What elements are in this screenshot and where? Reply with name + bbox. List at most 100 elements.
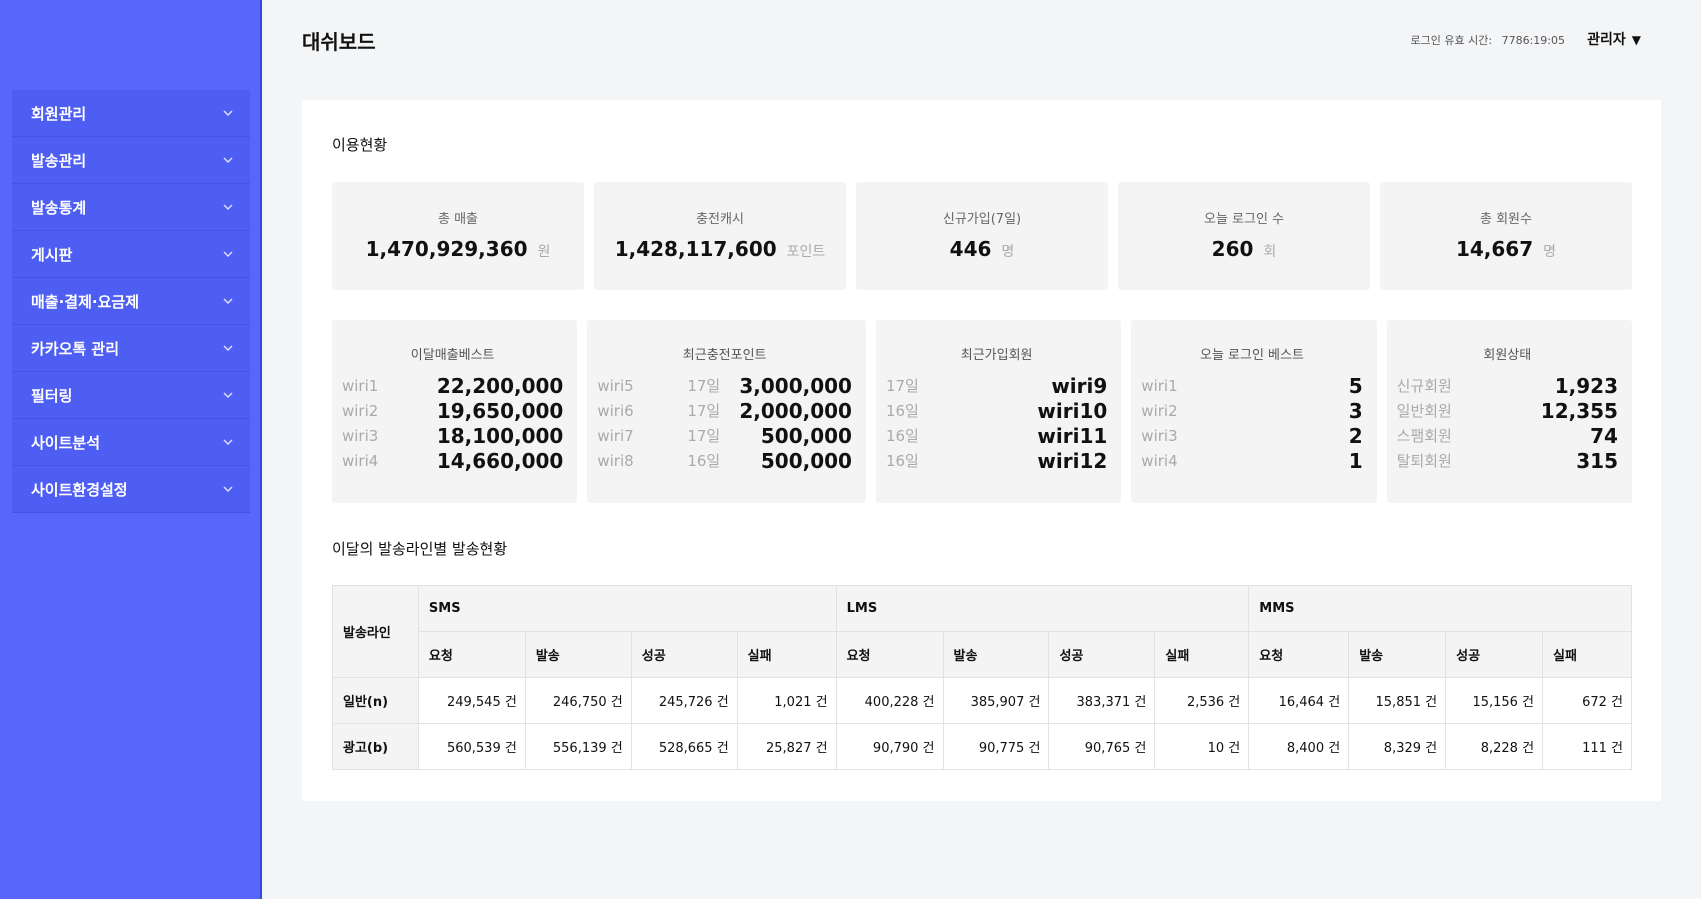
sidebar-item-site-analysis[interactable]: 사이트분석 — [12, 419, 250, 466]
sidebar-item-label: 사이트환경설정 — [31, 480, 128, 499]
stat-card-charged-cash: 충전캐시 1,428,117,600 포인트 — [594, 182, 846, 290]
table-cell: 16,464 건 — [1248, 677, 1350, 724]
item-key: wiri3 — [342, 426, 379, 445]
item-value: 1,923 — [1554, 373, 1618, 398]
sidebar-item-label: 회원관리 — [31, 104, 87, 123]
stat-row: 총 매출 1,470,929,360 원 충전캐시 1,428,117,600 포인… — [332, 182, 1632, 290]
column-header: 실패 — [1542, 631, 1632, 678]
sidebar-item-site-settings[interactable]: 사이트환경설정 — [12, 466, 250, 513]
dashboard-panel: 이용현황 총 매출 1,470,929,360 원 충전캐시 1,428,117,… — [302, 100, 1661, 801]
list-item: 17일 wiri9 — [886, 373, 1107, 398]
sidebar: 회원관리 발송관리 발송통계 게시판 매출·결제·요금제 카카오톡 관리 필터링 — [0, 0, 262, 899]
stat-value: 1,428,117,600 — [614, 237, 777, 261]
chevron-down-icon — [223, 392, 233, 398]
row-header-label: 발송라인 — [332, 585, 419, 678]
chevron-down-icon — [223, 204, 233, 210]
group-header: SMS — [417, 585, 837, 632]
stat-value: 14,667 — [1455, 237, 1534, 261]
stat-card-total-sales: 총 매출 1,470,929,360 원 — [332, 182, 584, 290]
stat-value: 1,470,929,360 — [365, 237, 528, 261]
item-value: 500,000 — [760, 448, 852, 473]
stat-label: 충전캐시 — [696, 212, 744, 227]
item-value: 315 — [1576, 448, 1618, 473]
item-key: 신규회원 — [1396, 377, 1452, 395]
chevron-down-icon — [223, 345, 233, 351]
list-item: 탈퇴회원 315 — [1397, 448, 1618, 473]
stat-unit: 회 — [1263, 244, 1277, 260]
item-key: wiri6 — [597, 401, 634, 420]
best-card-recent-charge: 최근충전포인트 wiri5 17일 3,000,000 wiri6 17일 2,000,… — [587, 320, 866, 503]
sidebar-item-sales[interactable]: 매출·결제·요금제 — [12, 278, 250, 325]
stat-card-today-logins: 오늘 로그인 수 260 회 — [1118, 182, 1370, 290]
table-cell: 111 건 — [1542, 723, 1632, 770]
row-label: 광고(b) — [332, 723, 419, 770]
column-header: 요청 — [1248, 631, 1350, 678]
list-item: wiri5 17일 3,000,000 — [597, 373, 852, 398]
column-header: 발송 — [524, 631, 632, 678]
admin-menu-button[interactable]: 관리자 ▼ — [1587, 29, 1641, 49]
table-cell: 556,139 건 — [524, 723, 632, 770]
sidebar-item-kakaotalk[interactable]: 카카오톡 관리 — [12, 325, 250, 372]
chevron-down-icon — [223, 439, 233, 445]
row-label: 일반(n) — [332, 677, 419, 724]
sidebar-item-label: 발송관리 — [31, 151, 87, 170]
send-section-title: 이달의 발송라인별 발송현황 — [332, 540, 508, 558]
table-cell: 383,371 건 — [1048, 677, 1156, 724]
sidebar-item-members[interactable]: 회원관리 — [12, 90, 250, 137]
table-cell: 15,156 건 — [1445, 677, 1544, 724]
list-item: 16일 wiri12 — [886, 448, 1107, 473]
item-value: 2,000,000 — [739, 398, 852, 423]
item-value: 3 — [1348, 398, 1363, 423]
item-value: 18,100,000 — [436, 423, 564, 448]
item-value: 3,000,000 — [739, 373, 852, 398]
group-header: MMS — [1248, 585, 1632, 632]
stat-label: 총 회원수 — [1480, 212, 1532, 227]
sidebar-item-filtering[interactable]: 필터링 — [12, 372, 250, 419]
sidebar-item-label: 필터링 — [31, 386, 73, 405]
item-value: 12,355 — [1540, 398, 1618, 423]
column-header: 요청 — [835, 631, 944, 678]
table-cell: 8,228 건 — [1445, 723, 1544, 770]
stat-label: 총 매출 — [437, 212, 478, 227]
table-cell: 90,790 건 — [835, 723, 944, 770]
table-cell: 560,539 건 — [417, 723, 526, 770]
item-date: 16일 — [687, 452, 721, 470]
sidebar-item-send-manage[interactable]: 발송관리 — [12, 137, 250, 184]
page-title: 대쉬보드 — [302, 30, 376, 54]
item-key: wiri7 — [597, 426, 634, 445]
item-date: 17일 — [687, 377, 721, 395]
table-header-row: 발송라인 SMS LMS MMS — [332, 585, 1632, 678]
login-timer-label: 로그인 유효 시간: — [1410, 34, 1493, 47]
column-header: 실패 — [1154, 631, 1250, 678]
item-key: wiri8 — [597, 451, 634, 470]
table-cell: 25,827 건 — [736, 723, 837, 770]
login-timer: 로그인 유효 시간: 7786:19:05 — [1405, 32, 1565, 48]
stat-unit: 포인트 — [786, 244, 826, 260]
sidebar-item-label: 매출·결제·요금제 — [31, 292, 139, 311]
caret-down-icon: ▼ — [1631, 33, 1641, 47]
item-value: 5 — [1348, 373, 1363, 398]
best-row: 이달매출베스트 wiri1 22,200,000 wiri2 19,650,000 … — [332, 320, 1632, 503]
table-cell: 672 건 — [1542, 677, 1632, 724]
item-key: wiri4 — [1141, 451, 1178, 470]
table-cell: 528,665 건 — [630, 723, 738, 770]
stat-value: 260 — [1211, 237, 1254, 261]
admin-label: 관리자 — [1587, 32, 1626, 48]
item-key: 일반회원 — [1396, 402, 1452, 420]
column-header: 발송 — [942, 631, 1050, 678]
list-item: wiri4 1 — [1141, 448, 1362, 473]
list-item: wiri3 2 — [1141, 423, 1362, 448]
item-key: 17일 — [885, 377, 919, 395]
item-value: 14,660,000 — [436, 448, 564, 473]
sidebar-item-label: 카카오톡 관리 — [31, 339, 120, 358]
best-title: 회원상태 — [1483, 348, 1532, 363]
best-title: 이달매출베스트 — [410, 348, 495, 363]
login-timer-value: 7786:19:05 — [1501, 34, 1565, 47]
list-item: 스팸회원 74 — [1397, 423, 1618, 448]
sidebar-item-send-stats[interactable]: 발송통계 — [12, 184, 250, 231]
item-key: 16일 — [885, 427, 919, 445]
chevron-down-icon — [223, 298, 233, 304]
item-date: 17일 — [687, 427, 721, 445]
stat-card-total-members: 총 회원수 14,667 명 — [1380, 182, 1632, 290]
sidebar-item-board[interactable]: 게시판 — [12, 231, 250, 278]
